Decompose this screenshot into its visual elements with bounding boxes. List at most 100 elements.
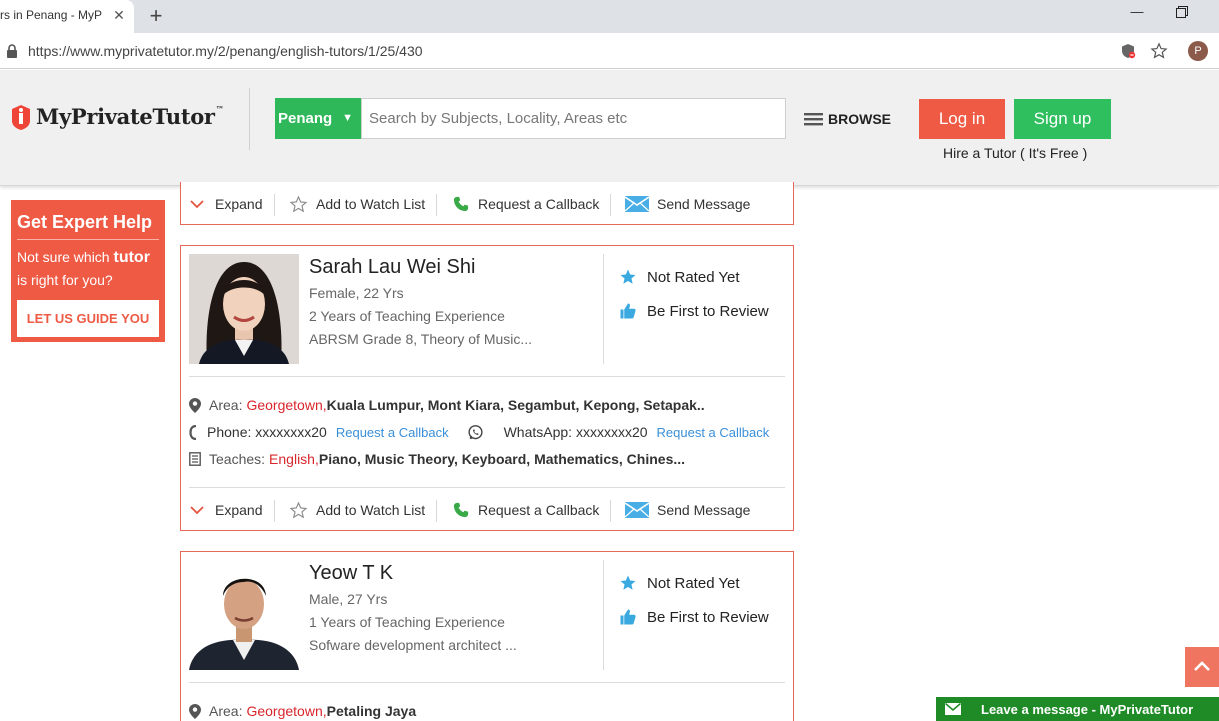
star-filled-icon [620,269,636,284]
tutor-card-previous: Expand Add to Watch List Request a Callb… [180,182,794,225]
whatsapp-number: WhatsApp: xxxxxxxx20 [503,424,648,440]
tutor-name[interactable]: Sarah Lau Wei Shi [309,256,475,279]
tutor-photo[interactable] [189,560,299,670]
card-divider [189,487,785,488]
tutor-area-row: Area: Georgetown, Kuala Lumpur, Mont Kia… [189,395,705,415]
request-callback-button[interactable]: Request a Callback [452,184,599,224]
area-label: Area: [209,397,243,413]
review-link[interactable]: Be First to Review [619,300,769,322]
tutor-area-row: Area: Georgetown, Petaling Jaya [189,701,416,721]
tutor-name[interactable]: Yeow T K [309,562,393,585]
watch-list-button[interactable]: Add to Watch List [289,184,425,224]
area-list: Kuala Lumpur, Mont Kiara, Segambut, Kepo… [326,397,705,413]
shield-icon[interactable] [1120,43,1136,59]
action-separator [610,194,611,216]
request-callback-button[interactable]: Request a Callback [452,490,599,530]
bookmark-star-icon[interactable] [1150,42,1168,60]
tutor-gender-age: Female, 22 Yrs [309,285,404,301]
card-divider [189,682,785,683]
tutor-qualification: Sofware development architect ... [309,637,517,653]
teaches-list: Piano, Music Theory, Keyboard, Mathemati… [318,451,686,467]
tutor-teaches-row: Teaches: English, Piano, Music Theory, K… [189,449,685,469]
area-highlight: Georgetown, [246,397,327,413]
teaches-highlight: English, [269,451,319,467]
browser-tab[interactable]: rs in Penang - MyP ✕ [0,0,134,33]
caret-down-icon: ▼ [342,112,353,124]
expand-label: Expand [215,502,263,518]
phone-callback-link[interactable]: Request a Callback [336,425,449,440]
review-label: Be First to Review [647,608,769,626]
expert-help-box: Get Expert Help Not sure which tutor is … [11,200,165,342]
whatsapp-icon [467,424,483,439]
tab-title: rs in Penang - MyP [0,8,103,22]
tab-close-icon[interactable]: ✕ [111,7,127,23]
whatsapp-callback-link[interactable]: Request a Callback [657,425,770,440]
watch-list-label: Add to Watch List [316,502,426,518]
tutor-qualification: ABRSM Grade 8, Theory of Music... [309,331,533,347]
expert-text-bold: tutor [113,249,150,266]
leave-message-chat-bar[interactable]: Leave a message - MyPrivateTutor [936,697,1219,721]
location-pin-icon [189,703,201,719]
tutor-card: Yeow T K Male, 27 Yrs 1 Years of Teachin… [180,551,794,721]
hamburger-icon [804,113,823,126]
envelope-icon [625,502,649,518]
restore-icon[interactable] [1176,6,1188,18]
request-callback-label: Request a Callback [478,502,600,518]
chevron-up-icon [1194,661,1210,671]
new-tab-button[interactable]: + [146,3,166,29]
teaches-label: Teaches: [209,451,266,467]
action-separator [274,194,275,216]
envelope-icon [945,703,961,715]
send-message-button[interactable]: Send Message [625,490,750,530]
profile-avatar[interactable]: P [1188,41,1208,61]
card-divider [189,376,785,377]
expert-text-before: Not sure which [17,249,114,265]
envelope-icon [625,196,649,212]
star-outline-icon [289,501,308,518]
site-header: MyPrivateTutor™ Penang ▼ BROWSE Log in S… [0,70,1219,186]
chevron-down-icon [190,199,204,208]
tutor-photo[interactable] [189,254,299,364]
signup-button[interactable]: Sign up [1014,99,1111,139]
request-callback-label: Request a Callback [478,196,600,212]
send-message-label: Send Message [657,502,751,518]
hire-tutor-link[interactable]: Hire a Tutor ( It's Free ) [943,145,1087,161]
review-link[interactable]: Be First to Review [619,606,769,628]
send-message-button[interactable]: Send Message [625,184,750,224]
site-logo[interactable]: MyPrivateTutor™ [10,100,224,132]
area-list: Petaling Jaya [326,703,417,719]
chat-label: Leave a message - MyPrivateTutor [981,701,1194,717]
browse-label: BROWSE [828,111,891,127]
review-label: Be First to Review [647,302,769,320]
minimize-icon[interactable]: — [1129,4,1145,24]
guide-me-button[interactable]: LET US GUIDE YOU [17,300,159,337]
watch-list-label: Add to Watch List [316,196,426,212]
browser-tab-bar: rs in Penang - MyP ✕ + — [0,0,1219,33]
expert-help-title: Get Expert Help [17,212,159,240]
thumbs-up-icon [620,303,636,319]
tutor-contact-row: Phone: xxxxxxxx20 Request a Callback Wha… [189,422,769,442]
star-filled-icon [620,575,636,590]
expand-button[interactable]: Expand [190,184,262,224]
tutor-gender-age: Male, 27 Yrs [309,591,388,607]
lock-icon[interactable] [6,44,18,58]
expand-button[interactable]: Expand [190,490,262,530]
action-separator [610,500,611,522]
browse-menu[interactable]: BROWSE [804,110,891,128]
action-separator [436,500,437,522]
phone-number: Phone: xxxxxxxx20 [207,424,327,440]
city-select[interactable]: Penang ▼ [275,98,361,139]
url-field[interactable]: https://www.myprivatetutor.my/2/penang/e… [28,43,423,59]
header-divider [249,88,250,150]
expert-text-after: is right for you? [17,272,113,288]
card-actions: Expand Add to Watch List Request a Callb… [181,490,793,530]
search-input[interactable] [361,98,786,139]
scroll-to-top-button[interactable] [1185,647,1219,687]
rating-status: Not Rated Yet [619,266,740,288]
area-highlight: Georgetown, [246,703,327,719]
star-outline-icon [289,195,308,212]
city-select-value: Penang [278,110,333,127]
watch-list-button[interactable]: Add to Watch List [289,490,425,530]
login-button[interactable]: Log in [919,99,1005,139]
logo-trademark: ™ [215,103,224,114]
